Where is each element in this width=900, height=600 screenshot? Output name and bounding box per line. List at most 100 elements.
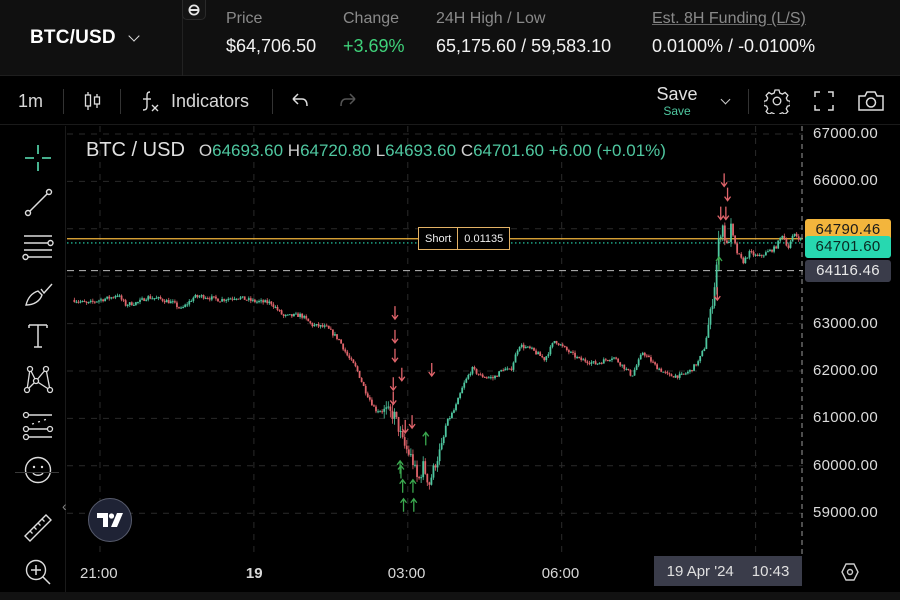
time-tick-label: 21:00 <box>80 565 118 582</box>
candle-body <box>775 246 778 249</box>
pattern-tool[interactable] <box>20 362 56 398</box>
candle-body <box>305 316 308 319</box>
candle-body <box>502 370 505 372</box>
prediction-tool[interactable] <box>20 408 56 444</box>
candle-body <box>533 347 535 351</box>
crosshair-time: 10:43 <box>751 562 790 580</box>
candle-body <box>329 328 332 330</box>
zoom-tool[interactable] <box>20 554 56 590</box>
candle-body <box>233 298 236 300</box>
candle-body <box>535 350 537 355</box>
candle-body <box>742 257 745 264</box>
candle-body <box>198 296 201 298</box>
fullscreen-button[interactable] <box>813 77 835 125</box>
candle-body <box>332 329 334 336</box>
crosshair-tool[interactable] <box>20 140 56 176</box>
candle-body <box>639 354 642 360</box>
candle-body <box>434 465 437 468</box>
candle-body <box>520 344 523 347</box>
candle-body <box>762 255 765 257</box>
candle-body <box>672 376 675 378</box>
candle-body <box>229 298 232 300</box>
stat-change: Change +3.69% <box>343 10 405 57</box>
sell-signal-arrow <box>717 206 725 221</box>
candle-body <box>678 373 681 378</box>
candle-body <box>666 372 669 374</box>
price-axis[interactable]: 67000.00 66000.00 63000.00 62000.00 61000.00… <box>803 125 900 556</box>
candle-body <box>725 240 728 243</box>
candle-body <box>194 295 197 298</box>
candle-body <box>163 300 166 303</box>
stat-value: $64,706.50 <box>226 36 317 56</box>
candle-body <box>245 299 248 301</box>
candle-body <box>570 351 572 353</box>
indicators-button[interactable]: Indicators <box>139 77 249 125</box>
text-tool[interactable] <box>20 318 56 354</box>
fib-tool[interactable] <box>20 228 56 264</box>
tradingview-logo[interactable] <box>88 498 132 542</box>
candle-body <box>789 241 792 248</box>
save-button[interactable]: Save Save <box>650 77 704 125</box>
candle-body <box>73 299 76 303</box>
candle-body <box>680 373 683 375</box>
candle-body <box>557 343 560 346</box>
redo-button[interactable] <box>338 77 358 125</box>
candle-body <box>336 334 338 340</box>
price-chart[interactable] <box>67 126 803 556</box>
candle-body <box>106 296 109 299</box>
measure-tool[interactable] <box>20 510 56 546</box>
candle-body <box>440 443 443 450</box>
candle-body <box>83 300 86 303</box>
save-options-button[interactable] <box>720 77 731 125</box>
screenshot-button[interactable] <box>857 77 885 125</box>
toolbar-collapse-button[interactable]: ‹ <box>62 498 67 514</box>
candle-body <box>89 300 92 302</box>
ruler-icon <box>24 514 52 542</box>
axis-settings-button[interactable] <box>840 562 860 587</box>
candle-body <box>586 361 589 364</box>
chart-type-button[interactable] <box>82 77 104 125</box>
funding-info-link[interactable]: Est. 8H Funding (L/S) <box>652 10 815 28</box>
candle-body <box>448 417 451 419</box>
candle-body <box>781 235 784 238</box>
low-value: 64693.60 <box>385 141 457 160</box>
candle-body <box>264 300 267 303</box>
candle-body <box>760 254 763 256</box>
symbol-selector[interactable]: BTC/USD <box>0 0 183 76</box>
candle-body <box>373 405 375 407</box>
candle-body <box>258 301 260 303</box>
candle-body <box>734 235 736 244</box>
candle-body <box>602 359 605 364</box>
candle-body <box>518 346 521 351</box>
candle-body <box>395 411 398 418</box>
sell-signal-arrow <box>389 377 397 392</box>
candle-body <box>699 355 702 362</box>
candle-body <box>711 305 714 310</box>
order-side: Short <box>425 232 452 245</box>
market-header: BTC/USD Price $64,706.50 Change +3.69% 2… <box>0 0 900 76</box>
candle-body <box>691 370 693 372</box>
interval-button[interactable]: 1m <box>18 77 43 125</box>
undo-button[interactable] <box>290 77 310 125</box>
stat-value: +3.69% <box>343 36 405 56</box>
header-collapse-button[interactable] <box>182 0 206 20</box>
brush-tool[interactable] <box>20 276 56 312</box>
candle-body <box>791 235 794 242</box>
pattern-icon <box>23 365 54 394</box>
candle-body <box>104 298 107 302</box>
candle-body <box>405 445 408 450</box>
candle-body <box>173 301 176 303</box>
candle-body <box>777 240 780 249</box>
order-tag[interactable]: Short 0.01135 <box>418 227 511 250</box>
settings-button[interactable] <box>764 77 790 125</box>
candle-body <box>278 309 281 311</box>
emoji-tool[interactable] <box>20 452 56 488</box>
brush-icon <box>25 283 53 306</box>
candle-body <box>137 301 139 303</box>
candle-body <box>126 304 129 306</box>
time-axis[interactable]: 06:00 03:00 19 21:00 19 Apr '24 10:43 <box>67 556 900 592</box>
trend-line-tool[interactable] <box>20 184 56 220</box>
candle-body <box>580 357 583 360</box>
candle-body <box>375 406 377 412</box>
candle-body <box>301 313 304 318</box>
